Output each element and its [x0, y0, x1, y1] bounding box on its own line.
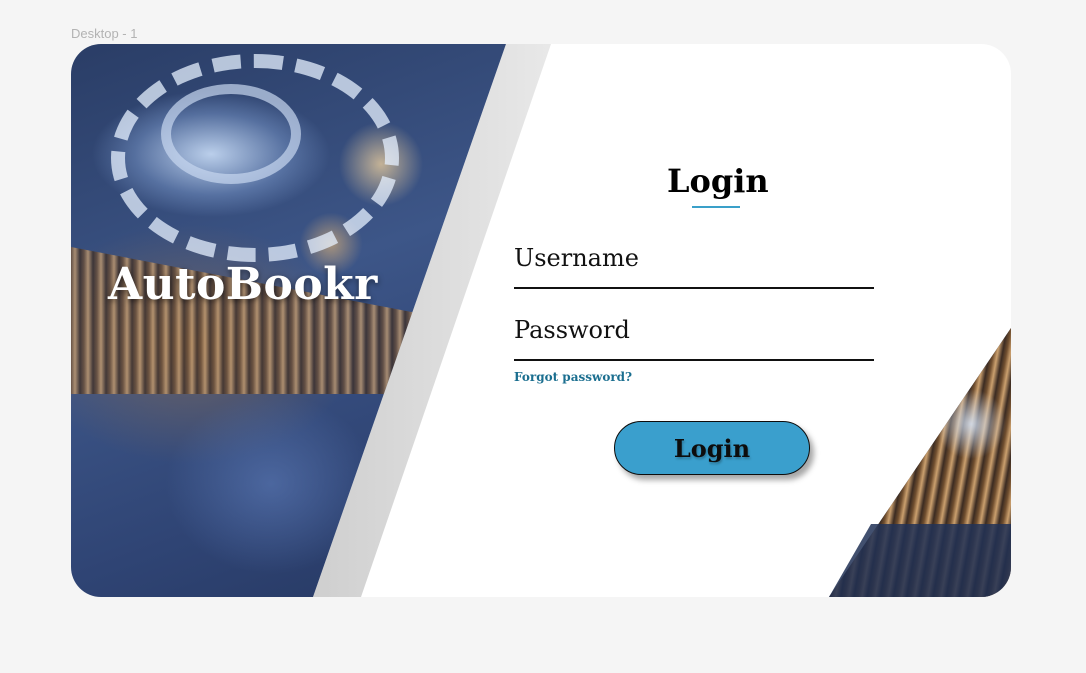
login-heading: Login [667, 162, 769, 200]
login-button[interactable]: Login [614, 421, 810, 475]
gear-hub-icon [161, 84, 301, 184]
username-input[interactable] [514, 251, 874, 289]
heading-underline [692, 206, 740, 208]
forgot-password-link[interactable]: Forgot password? [514, 370, 632, 384]
brand-title: AutoBookr [108, 259, 378, 310]
login-card: AutoBookr Login Username Password Forgot… [71, 44, 1011, 597]
frame-label: Desktop - 1 [71, 26, 138, 41]
password-input[interactable] [514, 323, 874, 361]
